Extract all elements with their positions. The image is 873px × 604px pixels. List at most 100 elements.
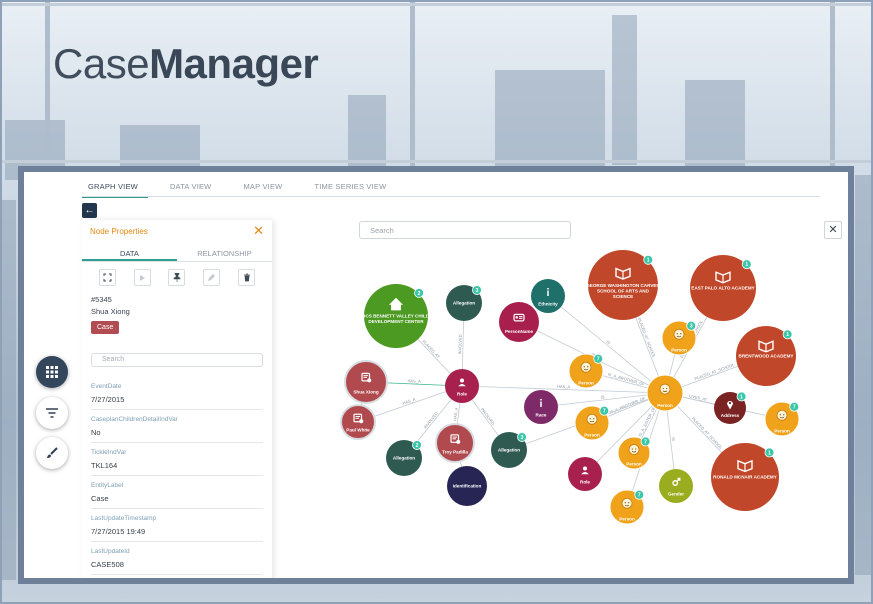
close-icon: ✕ — [828, 224, 838, 236]
badge-count: 3 — [690, 324, 693, 330]
face-icon — [586, 413, 598, 425]
record-name: Shua Xiong — [91, 307, 130, 316]
graph-node-personname[interactable]: PersonName — [499, 302, 539, 342]
panel-title: Node Properties — [90, 227, 148, 236]
info-icon — [547, 287, 549, 297]
graph-node-person[interactable]: 7 Person — [574, 405, 610, 441]
filter-button[interactable] — [36, 397, 68, 429]
face-icon — [580, 361, 592, 373]
badge-count: 1 — [647, 258, 650, 264]
delete-button[interactable] — [238, 269, 256, 286]
graph-node-location[interactable]: 2 4CS BENNETT VALLEY CHILD DEVELOPMENT CEN… — [363, 284, 430, 348]
edge-label: INVOLVED — [457, 334, 462, 354]
pin-button[interactable] — [168, 269, 186, 286]
graph-node-person[interactable]: Person — [646, 374, 684, 412]
property-row: LastUpdateId CASE508 — [91, 542, 263, 575]
property-key: LastUpdateId — [91, 548, 130, 555]
node-label: Gender — [668, 491, 684, 496]
node-label: 4CS BENNETT VALLEY CHILD DEVELOPMENT CENT… — [363, 314, 430, 325]
pencil-icon — [208, 274, 216, 281]
badge-count: 3 — [521, 435, 524, 441]
pin-icon — [173, 273, 181, 282]
graph-node-address[interactable]: 1 Address — [714, 391, 747, 424]
graph-search-input[interactable]: Search — [359, 221, 571, 239]
close-icon: ✕ — [253, 223, 264, 238]
graph-node-race[interactable]: Race — [524, 390, 558, 424]
property-key: LastUpdateTimestamp — [91, 515, 157, 522]
panel-toolbar — [82, 262, 272, 286]
record-type-badge: Case — [91, 321, 120, 334]
node-label: BRENTWOOD ACADEMY — [739, 354, 794, 359]
badge-count: 1 — [745, 262, 748, 268]
graph-node-case[interactable]: Paul White — [340, 404, 376, 440]
face-icon — [659, 383, 671, 395]
graph-node-school[interactable]: 1 RONALD MCNAIR ACADEMY — [711, 443, 779, 511]
badge-count: 7 — [644, 439, 647, 445]
graph-node-school[interactable]: 1 EAST PALO ALTO ACADEMY — [690, 255, 756, 321]
node-label: Person — [584, 432, 600, 437]
property-value: CASE508 — [91, 560, 124, 569]
property-row: EventDate 7/27/2015 — [91, 377, 263, 410]
graph-node-person[interactable]: 7 Person — [617, 436, 651, 470]
property-key: EntityLabel — [91, 482, 124, 489]
graph-node-person[interactable]: 7 Person — [609, 489, 645, 525]
edge-label: INVOLVED — [480, 407, 496, 426]
property-row: CaseplanChildrenDetailIndVar No — [91, 410, 263, 443]
graph-node-school[interactable]: 1 BRENTWOOD ACADEMY — [736, 326, 796, 386]
node-label: Person — [671, 347, 687, 352]
property-row: TickleIndVar TKL164 — [91, 443, 263, 476]
graph-node-school[interactable]: 1GEORGE WASHINGTON CARVER SCHOOL OF ARTS … — [586, 250, 660, 320]
graph-node-person[interactable]: 7 Person — [764, 401, 800, 437]
property-row: LastUpdateTimestamp 7/27/2015 19:49 — [91, 509, 263, 542]
property-key: EventDate — [91, 383, 122, 390]
graph-node-allegation[interactable]: 3 Allegation — [491, 432, 527, 468]
node-label: Person — [657, 403, 673, 408]
property-value: TKL164 — [91, 461, 118, 470]
property-row: ActiveEnforcementCaseDate — [91, 575, 263, 578]
apps-button[interactable] — [36, 356, 68, 388]
badge-count: 1 — [740, 394, 743, 400]
tab-data[interactable]: DATA — [82, 242, 177, 261]
play-button[interactable] — [133, 269, 151, 286]
edge-label: IS_A_BROTHER_OF — [607, 372, 646, 387]
edge-label: IS_A_SISTER_OF — [637, 405, 657, 437]
tab-relationship[interactable]: RELATIONSHIP — [177, 242, 272, 261]
graph-node-person[interactable]: 3 Person — [661, 320, 697, 356]
edge-label: HAS_A — [557, 384, 571, 389]
node-label: Race — [536, 412, 547, 417]
property-search-input[interactable]: Search — [91, 353, 263, 367]
graph-node-person[interactable]: 7 Person — [568, 353, 604, 389]
graph-node-case[interactable]: Shua Xiong — [344, 360, 388, 404]
app-content: GRAPH VIEW DATA VIEW MAP VIEW TIME SERIE… — [24, 172, 848, 578]
edge-label: INVOLVED — [422, 411, 438, 430]
graph-node-allegation[interactable]: 3 Allegation — [446, 285, 482, 321]
graph-node-allegation[interactable]: 2 Allegation — [386, 440, 422, 476]
graph-node-case[interactable]: Troy Padilla — [435, 423, 475, 463]
expand-button[interactable] — [98, 269, 116, 286]
app-logo: CaseManager — [53, 40, 319, 87]
style-button[interactable] — [36, 437, 68, 469]
graph-node-role[interactable]: Role — [445, 369, 479, 403]
graph-node-ethnicity[interactable]: Ethnicity — [531, 279, 565, 313]
graph-node-identification[interactable]: Identification — [447, 466, 487, 506]
graph-node-gender[interactable]: Gender — [659, 469, 693, 503]
node-label: RONALD MCNAIR ACADEMY — [713, 475, 777, 480]
graph-node-role[interactable]: Role — [568, 457, 602, 491]
play-icon — [140, 274, 146, 281]
property-value: 7/27/2015 — [91, 395, 125, 404]
edge-label: HAS_A — [407, 378, 421, 384]
node-label: Allegation — [393, 456, 415, 461]
graph-close-button[interactable]: ✕ — [824, 221, 842, 239]
grid-icon — [46, 366, 58, 378]
filter-icon — [46, 408, 58, 418]
panel-close-button[interactable]: ✕ — [253, 223, 264, 239]
badge-count: 7 — [638, 493, 641, 499]
node-properties-panel: Node Properties ✕ DATA RELATIONSHIP #534… — [82, 220, 272, 578]
panel-tabs: DATA RELATIONSHIP — [82, 242, 272, 262]
badge-count: 7 — [603, 409, 606, 415]
node-label: Allegation — [498, 448, 520, 453]
badge-count: 3 — [476, 288, 479, 294]
edit-button[interactable] — [203, 269, 221, 286]
node-label: EAST PALO ALTO ACADEMY — [691, 286, 754, 291]
info-icon — [540, 398, 542, 408]
